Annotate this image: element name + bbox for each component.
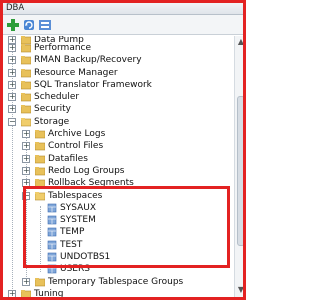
- tree-item-storage[interactable]: − Storage: [2, 116, 234, 128]
- folder-icon: [35, 130, 45, 139]
- folder-icon: [21, 69, 31, 78]
- filter-icon[interactable]: [38, 18, 52, 32]
- tree-item-security[interactable]: + Security: [2, 103, 234, 115]
- tree-item-label: SYSTEM: [60, 215, 96, 225]
- tree-item-label: Archive Logs: [48, 129, 106, 139]
- folder-icon: [35, 155, 45, 164]
- tree-item-temp-tablespace-groups[interactable]: + Temporary Tablespace Groups: [2, 276, 234, 288]
- expand-icon[interactable]: +: [8, 105, 16, 113]
- tree-item-label: SQL Translator Framework: [34, 80, 152, 90]
- expand-icon[interactable]: +: [8, 93, 16, 101]
- tree-item-rman[interactable]: + RMAN Backup/Recovery: [2, 54, 234, 66]
- tree-item-temp[interactable]: TEMP: [2, 226, 234, 238]
- folder-icon: [21, 290, 31, 298]
- expand-icon[interactable]: +: [22, 155, 30, 163]
- tablespace-icon: [47, 215, 57, 225]
- tree-item-tuning[interactable]: + Tuning: [2, 288, 234, 298]
- folder-open-icon: [35, 192, 45, 201]
- tree-item-test[interactable]: TEST: [2, 239, 234, 251]
- folder-open-icon: [21, 118, 31, 127]
- tablespace-icon: [47, 252, 57, 262]
- tree-item-control-files[interactable]: + Control Files: [2, 140, 234, 152]
- tree-item-label: Rollback Segments: [48, 178, 134, 188]
- tree-item-label: TEST: [60, 240, 83, 250]
- scrollbar-thumb[interactable]: [237, 96, 245, 246]
- folder-icon: [21, 44, 31, 53]
- tablespace-icon: [47, 203, 57, 213]
- tree-item-label: Datafiles: [48, 154, 88, 164]
- folder-icon: [21, 105, 31, 114]
- refresh-icon[interactable]: [22, 18, 36, 32]
- collapse-icon[interactable]: −: [8, 118, 16, 126]
- folder-icon: [35, 179, 45, 188]
- tree-item-system[interactable]: SYSTEM: [2, 214, 234, 226]
- folder-icon: [35, 142, 45, 151]
- tree-item-label: Tuning: [34, 289, 64, 298]
- expand-icon[interactable]: +: [8, 69, 16, 77]
- tree-item-archive-logs[interactable]: + Archive Logs: [2, 128, 234, 140]
- folder-icon: [35, 278, 45, 287]
- tree-item-label: Control Files: [48, 141, 104, 151]
- tree-item-label: Redo Log Groups: [48, 166, 125, 176]
- tree-item-scheduler[interactable]: + Scheduler: [2, 91, 234, 103]
- expand-icon[interactable]: +: [22, 278, 30, 286]
- tablespace-icon: [47, 264, 57, 274]
- folder-icon: [21, 56, 31, 65]
- folder-icon: [21, 81, 31, 90]
- dba-panel: DBA + Data Pump + Performance + RMAN Bac…: [0, 0, 246, 300]
- expand-icon[interactable]: +: [22, 167, 30, 175]
- expand-icon[interactable]: +: [8, 56, 16, 64]
- tree-item-label: Tablespaces: [48, 191, 103, 201]
- tree-item-resource-manager[interactable]: + Resource Manager: [2, 67, 234, 79]
- tree-item-redo-log-groups[interactable]: + Redo Log Groups: [2, 165, 234, 177]
- tree-item-datafiles[interactable]: + Datafiles: [2, 153, 234, 165]
- tablespace-icon: [47, 240, 57, 250]
- expand-icon[interactable]: +: [22, 179, 30, 187]
- panel-titlebar: DBA: [2, 2, 246, 15]
- tablespace-icon: [47, 227, 57, 237]
- panel-title: DBA: [6, 3, 25, 13]
- tree-item-sysaux[interactable]: SYSAUX: [2, 202, 234, 214]
- tree-item-label: USERS: [60, 264, 90, 274]
- tree-item-tablespaces[interactable]: − Tablespaces: [2, 190, 234, 202]
- tree-item-label: Temporary Tablespace Groups: [48, 277, 184, 287]
- vertical-scrollbar[interactable]: ▲ ▼: [234, 36, 246, 298]
- tree-item-label: RMAN Backup/Recovery: [34, 55, 142, 65]
- tree-item-label: Scheduler: [34, 92, 80, 102]
- scroll-down-icon[interactable]: ▼: [237, 286, 245, 294]
- scroll-up-icon[interactable]: ▲: [237, 38, 245, 46]
- folder-icon: [21, 93, 31, 102]
- tree-item-label: SYSAUX: [60, 203, 96, 213]
- expand-icon[interactable]: +: [22, 142, 30, 150]
- tree-item-sql-translator[interactable]: + SQL Translator Framework: [2, 79, 234, 91]
- tree-item-rollback-segments[interactable]: + Rollback Segments: [2, 177, 234, 189]
- tree-item-users[interactable]: USERS: [2, 263, 234, 275]
- tree-item-undotbs1[interactable]: UNDOTBS1: [2, 251, 234, 263]
- tree-item-label: Performance: [34, 43, 92, 53]
- folder-icon: [35, 167, 45, 176]
- add-connection-icon[interactable]: [6, 18, 20, 32]
- tree-item-performance[interactable]: + Performance: [2, 42, 234, 54]
- tree-item-label: Storage: [34, 117, 70, 127]
- expand-icon[interactable]: +: [8, 290, 16, 298]
- collapse-icon[interactable]: −: [22, 192, 30, 200]
- tree-item-label: UNDOTBS1: [60, 252, 111, 262]
- expand-icon[interactable]: +: [22, 130, 30, 138]
- dba-tree: + Data Pump + Performance + RMAN Backup/…: [2, 36, 234, 298]
- tree-item-label: Resource Manager: [34, 68, 118, 78]
- expand-icon[interactable]: +: [8, 44, 16, 52]
- tree-item-label: TEMP: [60, 227, 85, 237]
- tree-item-label: Security: [34, 104, 71, 114]
- panel-toolbar: [2, 15, 246, 35]
- expand-icon[interactable]: +: [8, 81, 16, 89]
